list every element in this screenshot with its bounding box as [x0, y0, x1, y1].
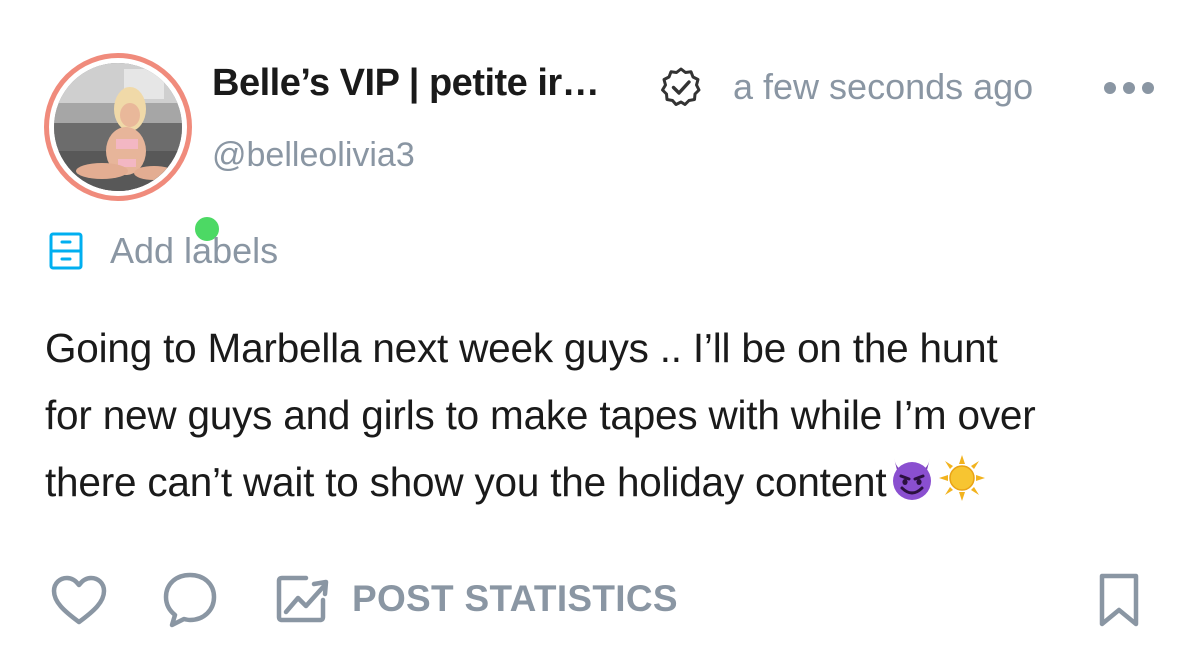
author-display-name[interactable]: Belle’s VIP | petite ir…	[212, 62, 600, 105]
post-card: Belle’s VIP | petite ir… a few seconds a…	[0, 0, 1200, 665]
author-username[interactable]: @belleolivia3	[212, 136, 415, 175]
post-body: Going to Marbella next week guys .. I’ll…	[45, 315, 1175, 516]
labels-icon	[49, 232, 83, 270]
more-dots-icon[interactable]	[1102, 76, 1156, 100]
post-body-line-last: there can’t wait to show you the holiday…	[45, 449, 1175, 516]
heart-icon[interactable]	[50, 574, 108, 626]
post-statistics-label: POST STATISTICS	[352, 578, 678, 619]
post-body-line: for new guys and girls to make tapes wit…	[45, 392, 1036, 438]
post-statistics-button[interactable]: POST STATISTICS	[276, 574, 678, 624]
post-body-line-text: there can’t wait to show you the holiday…	[45, 459, 887, 505]
avatar-ring	[44, 53, 192, 201]
comment-icon[interactable]	[162, 570, 218, 628]
post-body-line: Going to Marbella next week guys .. I’ll…	[45, 325, 998, 371]
bookmark-icon[interactable]	[1096, 572, 1142, 628]
avatar[interactable]	[44, 53, 223, 245]
verified-badge-icon	[661, 67, 701, 106]
sun-emoji	[939, 455, 986, 501]
add-labels-label: Add labels	[110, 230, 279, 271]
smiling-devil-emoji	[893, 458, 932, 500]
post-timestamp: a few seconds ago	[733, 66, 1034, 107]
chart-icon	[276, 575, 329, 623]
add-labels-button[interactable]: Add labels	[48, 228, 278, 274]
